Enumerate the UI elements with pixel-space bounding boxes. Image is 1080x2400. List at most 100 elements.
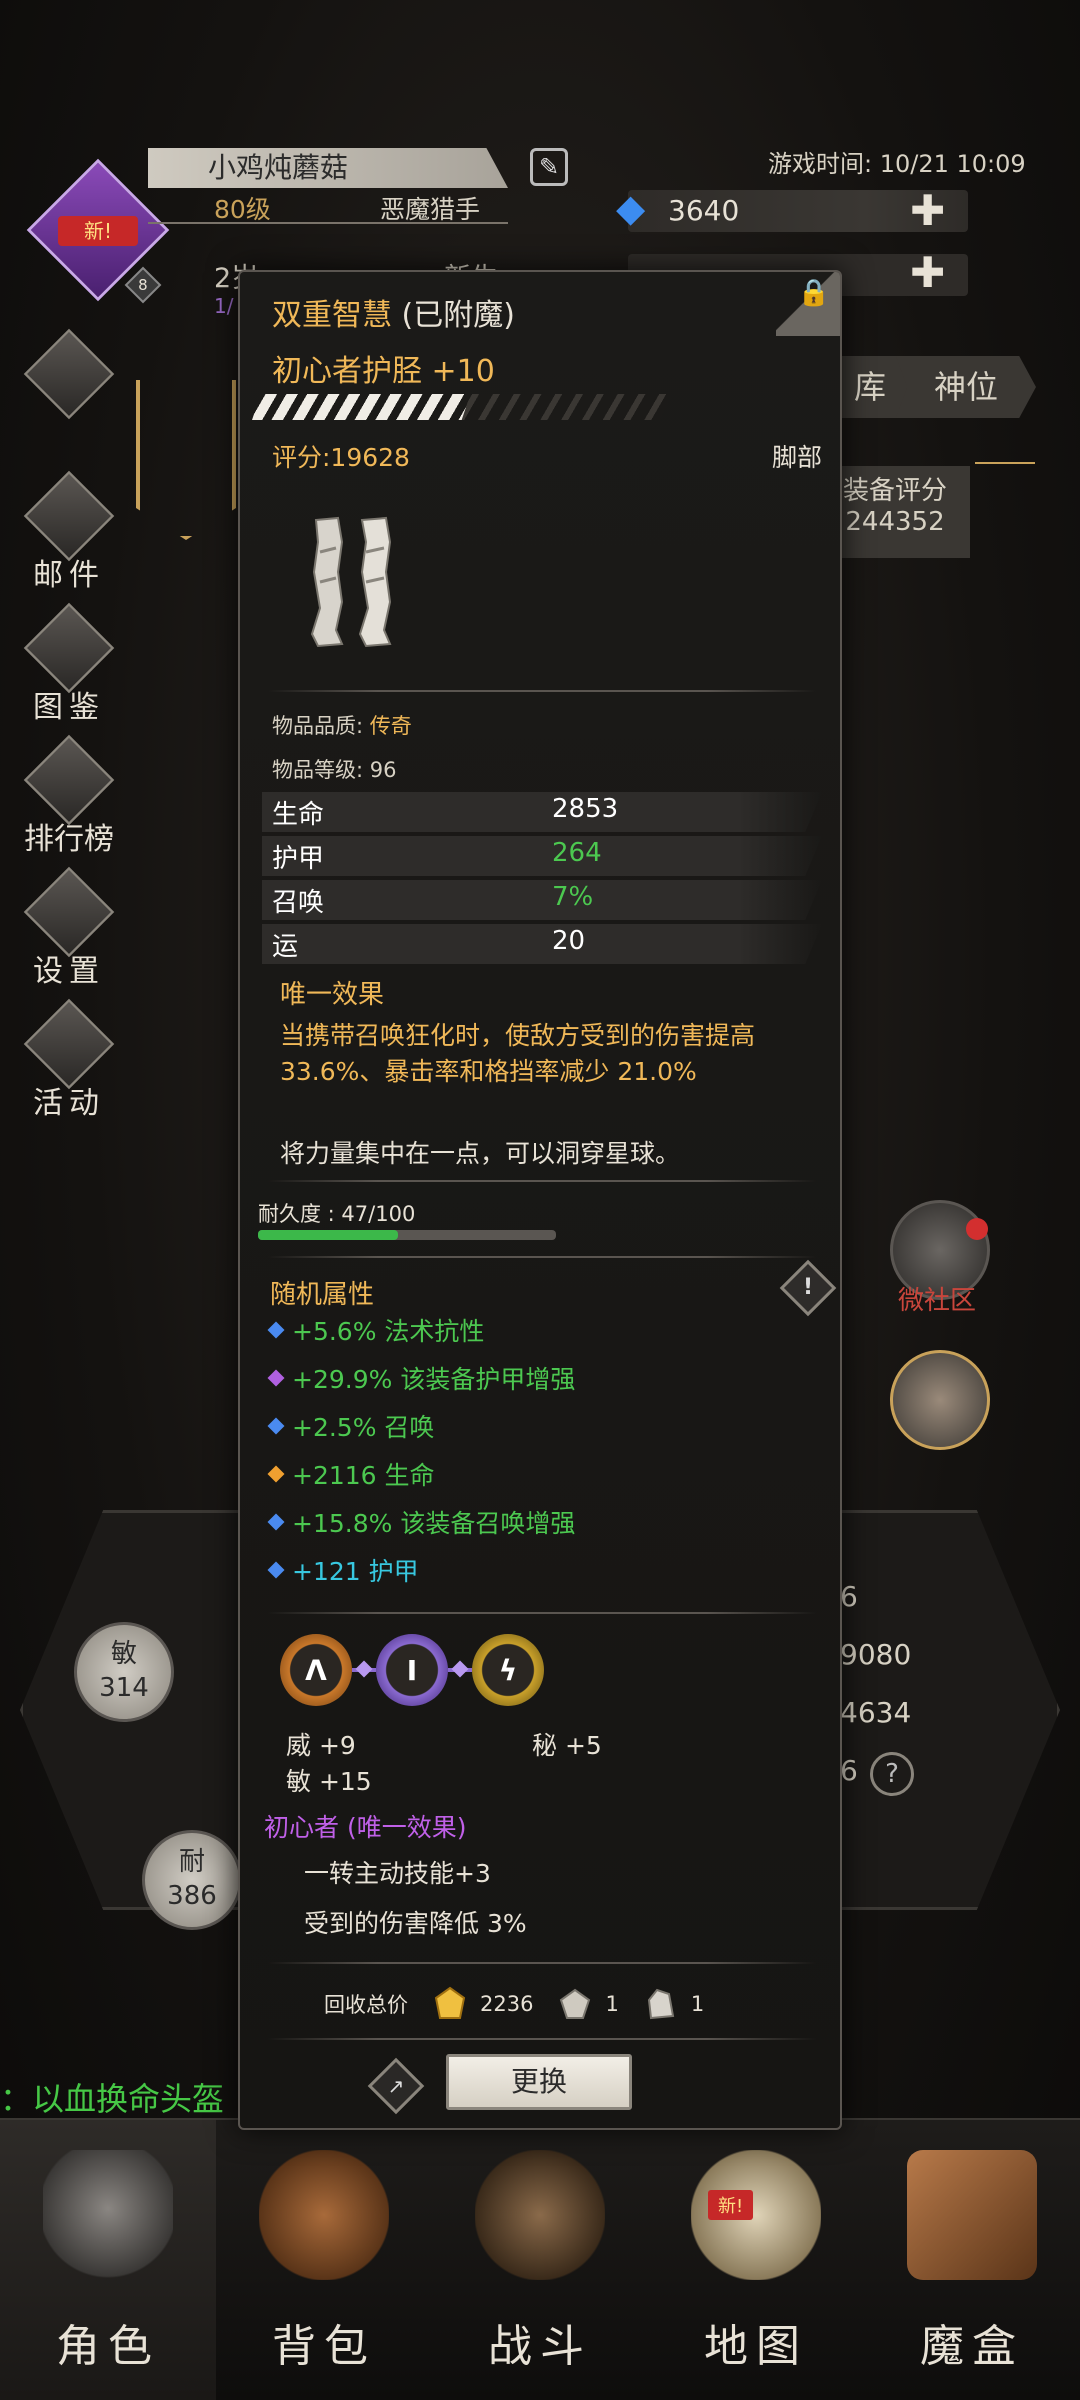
info-icon[interactable]: ! <box>779 1259 837 1317</box>
base-stat-row: 召唤 7% <box>262 880 822 920</box>
swap-button[interactable]: 更换 <box>446 2054 632 2110</box>
flavor-text: 将力量集中在一点，可以洞穿星球。 <box>280 1139 681 1168</box>
random-attr: +2116 生命 <box>267 1456 435 1492</box>
random-attr: +29.9% 该装备护甲增强 <box>267 1360 576 1396</box>
gear-icon <box>23 866 115 958</box>
side-item-settings[interactable]: 设置 <box>14 866 124 990</box>
nav-map[interactable]: 新! 地图 <box>648 2120 864 2400</box>
item-quality: 物品品质: 传奇 <box>272 710 412 740</box>
gem-count: 3640 <box>668 194 740 227</box>
stat-value-right: 6 <box>840 1754 858 1787</box>
nav-label: 背包 <box>272 2321 376 2372</box>
bottom-nav: 角色 背包 战斗 新! 地图 魔盒 <box>0 2118 1080 2400</box>
item-level: 物品等级: 96 <box>272 758 397 782</box>
player-name: 小鸡炖蘑菇 <box>148 148 508 188</box>
side-item-events[interactable]: 活动 <box>14 998 124 1122</box>
enchant-title: 双重智慧 (已附魔) <box>272 290 515 334</box>
edit-name-icon[interactable]: ✎ <box>530 148 568 186</box>
equip-score-value: 244352 <box>845 507 945 537</box>
ranking-icon <box>23 734 115 826</box>
attr-text: +15.8% 该装备召唤增强 <box>292 1509 576 1538</box>
unique-effect-title: 唯一效果 <box>280 980 385 1010</box>
greaves-icon <box>310 516 392 648</box>
equip-score-label: 装备评分 <box>842 476 947 506</box>
nav-battle[interactable]: 战斗 <box>432 2120 648 2400</box>
stat-value: 314 <box>99 1673 149 1703</box>
unique-effect-desc: 当携带召唤狂化时，使敌方受到的伤害提高 33.6%、暴击率和格挡率减少 21.0… <box>280 1021 756 1086</box>
set-title: 初心者 (唯一效果) <box>264 1813 467 1842</box>
enchant-status: (已附魔) <box>401 298 515 333</box>
lock-icon[interactable]: 🔒 <box>798 278 830 308</box>
gem-glyph: ᐱ <box>305 1653 327 1687</box>
nav-label: 战斗 <box>488 2321 592 2372</box>
stat-value: 20 <box>552 926 586 956</box>
divider <box>268 1612 816 1614</box>
quality-value: 传奇 <box>369 714 412 738</box>
recycle-row: 回收总价 2236 1 1 <box>324 1986 704 2022</box>
enchant-name: 双重智慧 <box>272 298 392 333</box>
stat-value-right: 9080 <box>840 1638 912 1671</box>
notification-dot <box>966 1218 988 1240</box>
new-badge: 新! <box>58 216 138 246</box>
nav-magic-box[interactable]: 魔盒 <box>864 2120 1080 2400</box>
upgrade-progress-fill <box>252 394 471 420</box>
new-badge: 新! <box>708 2190 754 2220</box>
social-label[interactable]: 微社区 <box>898 1280 976 1317</box>
stat-label: 耐 <box>178 1847 205 1877</box>
stat-value: 264 <box>552 838 602 868</box>
gem-stat: 秘 +5 <box>532 1731 602 1760</box>
socket-gem[interactable]: Ⅰ <box>376 1634 448 1706</box>
emblem-icon[interactable] <box>890 1350 990 1450</box>
socket-gem[interactable]: ϟ <box>472 1634 544 1706</box>
divider <box>268 1256 816 1258</box>
blue-gem-icon: ◆ <box>616 186 646 230</box>
attr-text: +5.6% 法术抗性 <box>292 1317 485 1346</box>
item-name: 初心者护胫 +10 <box>272 354 495 389</box>
base-stat-row: 生命 2853 <box>262 792 822 832</box>
character-banner <box>136 380 236 540</box>
gem-stat: 威 +9 <box>286 1731 356 1760</box>
stat-endurance[interactable]: 耐 386 <box>142 1830 242 1930</box>
attr-text: +121 护甲 <box>292 1557 419 1586</box>
divider <box>268 2038 816 2040</box>
blue-gem-icon <box>267 1417 285 1435</box>
stat-key: 运 <box>272 932 299 962</box>
stat-value: 7% <box>552 882 594 912</box>
gem-stat: 敏 +15 <box>286 1767 372 1796</box>
stat-value-right: 4634 <box>840 1696 912 1729</box>
stat-value: 386 <box>167 1881 217 1911</box>
stat-key: 召唤 <box>272 888 325 918</box>
set-effect: 受到的伤害降低 3% <box>304 1909 527 1938</box>
quality-label: 物品品质: <box>272 714 370 738</box>
gem-glyph: ϟ <box>498 1653 518 1687</box>
set-effect: 一转主动技能+3 <box>304 1859 491 1888</box>
nav-character[interactable]: 角色 <box>0 2120 216 2400</box>
socket-row: ᐱ Ⅰ ϟ <box>280 1634 544 1706</box>
add-currency-button[interactable]: ✚ <box>910 248 945 297</box>
stat-key: 护甲 <box>272 844 325 874</box>
nav-backpack[interactable]: 背包 <box>216 2120 432 2400</box>
side-item-codex[interactable]: 图鉴 <box>14 602 124 726</box>
stat-agility[interactable]: 敏 314 <box>74 1622 174 1722</box>
socket-link <box>448 1668 472 1672</box>
side-item-mail[interactable]: 邮件 <box>14 470 124 594</box>
player-class: 恶魔猎手 <box>380 195 481 224</box>
divider <box>268 690 816 692</box>
divider <box>148 222 508 224</box>
share-icon[interactable]: ↗ <box>367 2057 425 2115</box>
help-icon[interactable]: ? <box>870 1752 914 1796</box>
add-gems-button[interactable]: ✚ <box>910 186 945 235</box>
tab-divine[interactable]: 神位 <box>896 356 1036 418</box>
event-icon <box>23 998 115 1090</box>
base-stat-row: 运 20 <box>262 924 822 964</box>
item-score: 评分:19628 <box>272 443 410 472</box>
side-item-ranking[interactable]: 排行榜 <box>14 734 124 858</box>
attr-text: +29.9% 该装备护甲增强 <box>292 1365 576 1394</box>
avatar-level-badge: 8 <box>124 266 162 304</box>
side-menu-top[interactable] <box>14 328 124 420</box>
socket-gem[interactable]: ᐱ <box>280 1634 352 1706</box>
backpack-icon <box>259 2150 389 2280</box>
recycle-mat2: 1 <box>690 1992 705 2016</box>
cube-icon <box>907 2150 1037 2280</box>
durability-label: 耐久度 : 47/100 <box>258 1202 416 1226</box>
